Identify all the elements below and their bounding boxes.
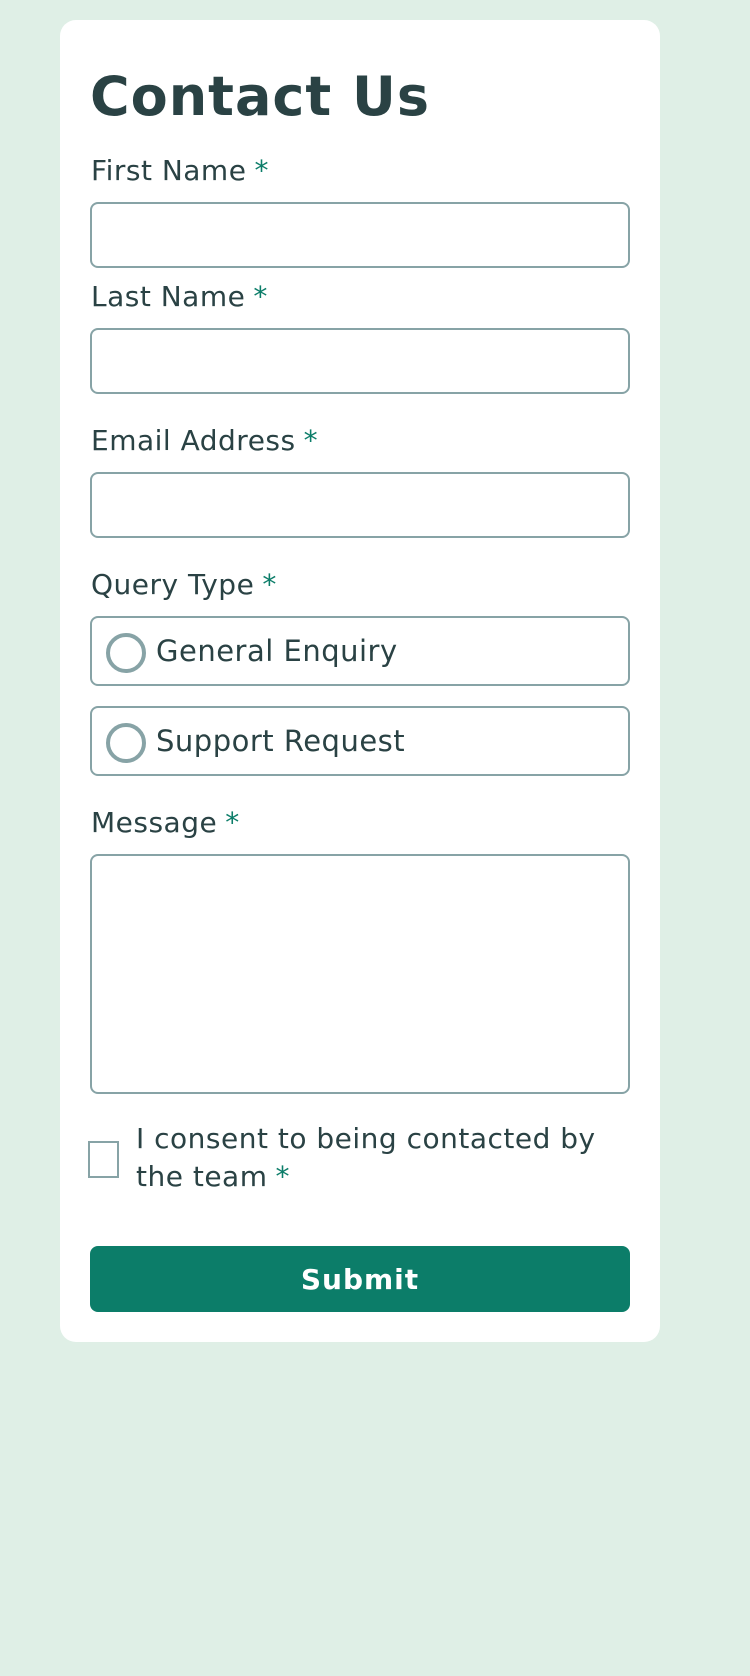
message-label: Message * xyxy=(91,809,240,837)
email-input[interactable] xyxy=(90,472,630,538)
query-type-label-text: Query Type xyxy=(91,568,255,601)
message-label-text: Message xyxy=(91,806,218,839)
query-type-label: Query Type * xyxy=(91,571,277,599)
required-marker: * xyxy=(303,424,319,457)
consent-checkbox[interactable] xyxy=(88,1141,119,1178)
submit-button[interactable]: Submit xyxy=(90,1246,630,1312)
page-title: Contact Us xyxy=(90,65,431,128)
required-marker: * xyxy=(275,1160,290,1193)
radio-label-support-request: Support Request xyxy=(156,724,406,758)
required-marker: * xyxy=(254,154,269,187)
required-marker: * xyxy=(262,568,277,601)
consent-label: I consent to being contacted by the team… xyxy=(136,1120,616,1196)
last-name-label: Last Name * xyxy=(91,283,268,311)
required-marker: * xyxy=(225,806,240,839)
contact-form-card: Contact Us First Name * Last Name * Email … xyxy=(60,20,660,1342)
first-name-label: First Name * xyxy=(91,157,269,185)
radio-option-support-request[interactable]: Support Request xyxy=(90,706,630,776)
radio-option-general-enquiry[interactable]: General Enquiry xyxy=(90,616,630,686)
message-textarea[interactable] xyxy=(90,854,630,1094)
radio-button-support-request[interactable] xyxy=(106,723,146,763)
last-name-input[interactable] xyxy=(90,328,630,394)
last-name-label-text: Last Name xyxy=(91,280,246,313)
consent-label-text: I consent to being contacted by the team xyxy=(136,1122,596,1193)
radio-button-general-enquiry[interactable] xyxy=(106,633,146,673)
first-name-label-text: First Name xyxy=(91,154,247,187)
email-label: Email Address * xyxy=(91,427,318,455)
first-name-input[interactable] xyxy=(90,202,630,268)
required-marker: * xyxy=(253,280,268,313)
radio-label-general-enquiry: General Enquiry xyxy=(156,634,398,668)
email-label-text: Email Address xyxy=(91,424,296,457)
